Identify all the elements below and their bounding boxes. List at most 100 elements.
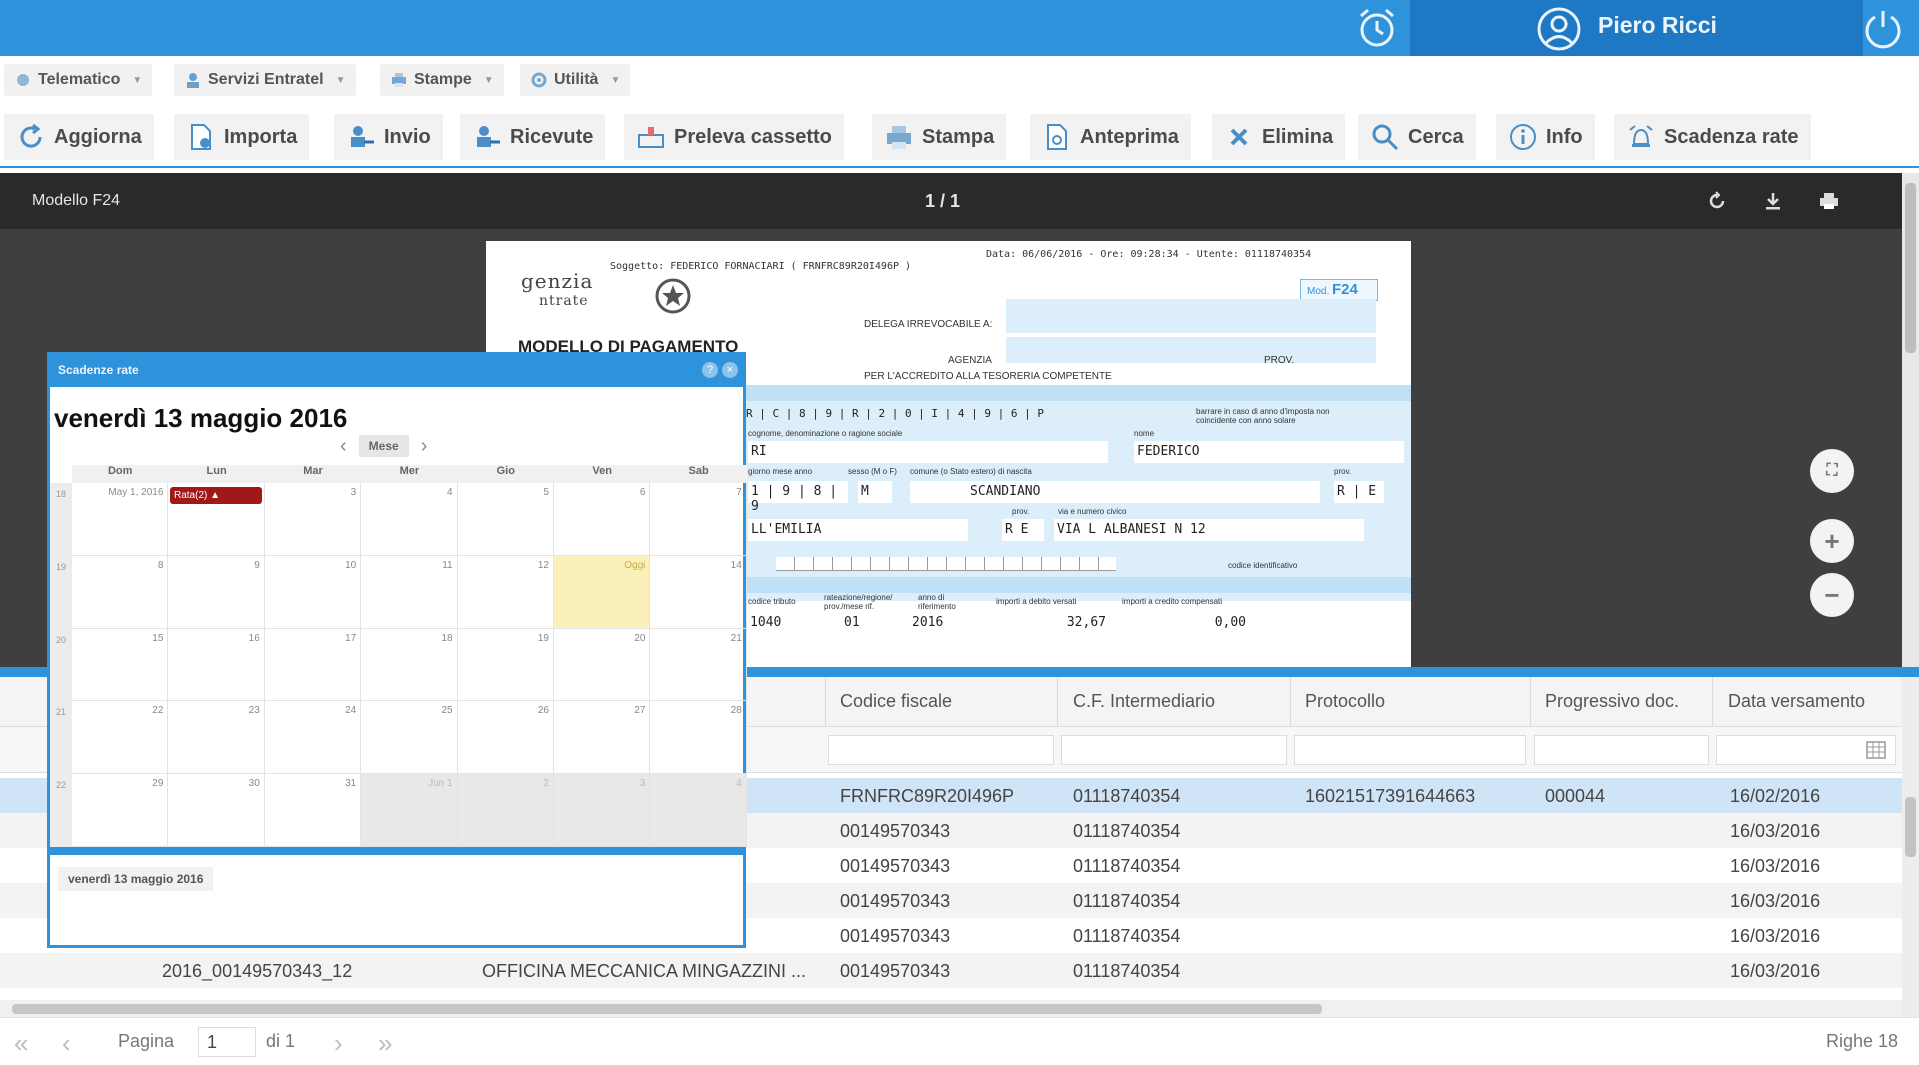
table-row[interactable]: 2016_00149570343_12 OFFICINA MECCANICA MI… [0, 953, 1902, 988]
zoom-out-button[interactable]: − [1810, 573, 1854, 617]
calendar-day-cell[interactable]: 18 [361, 628, 458, 702]
calendar-day-cell[interactable]: 15 [72, 628, 169, 702]
viewer-scroll-thumb[interactable] [1905, 183, 1916, 353]
grid-vertical-scrollbar[interactable] [1902, 677, 1919, 1017]
filter-protocollo[interactable] [1294, 735, 1526, 765]
calendar-day-cell[interactable]: 22 [72, 701, 169, 775]
day-number: 4 [736, 778, 742, 790]
menu-utilita[interactable]: Utilità ▼ [520, 64, 631, 96]
calendar-day-cell[interactable]: 30 [168, 774, 265, 847]
cerca-button[interactable]: Cerca [1358, 114, 1476, 160]
hscroll-thumb[interactable] [12, 1004, 1322, 1014]
calendar-day-cell[interactable]: 9 [168, 555, 265, 629]
calendar-day-cell[interactable]: Oggi [554, 555, 651, 629]
col-codice-fiscale[interactable]: Codice fiscale [840, 691, 952, 712]
day-number: 2 [543, 778, 549, 790]
prev-page-icon[interactable]: ‹ [62, 1028, 71, 1059]
col-protocollo[interactable]: Protocollo [1305, 691, 1385, 712]
close-icon[interactable]: × [722, 362, 738, 378]
viewer-scrollbar[interactable] [1902, 173, 1919, 667]
filter-codice-fiscale[interactable] [828, 735, 1054, 765]
calendar-day-cell[interactable]: 4 [361, 483, 458, 556]
plus-icon: + [1824, 525, 1840, 556]
calendar-grid-icon[interactable] [1866, 741, 1886, 759]
cell-cf: 00149570343 [840, 856, 951, 876]
calendar-day-cell[interactable]: 10 [264, 555, 362, 629]
calendar-separator [50, 847, 743, 855]
calendar-day-cell[interactable]: 24 [264, 701, 362, 775]
menu-servizi-entratel[interactable]: Servizi Entratel ▼ [174, 64, 356, 96]
scadenza-rate-button[interactable]: Scadenza rate [1614, 114, 1811, 160]
sesso-label: sesso (M o F) [848, 467, 897, 476]
caret-down-icon: ▼ [335, 74, 346, 86]
calendar-day-cell[interactable]: 25 [361, 701, 458, 775]
page-number-input[interactable]: 1 [198, 1027, 256, 1057]
calendar-day-cell[interactable]: 23 [168, 701, 265, 775]
day-number: 27 [634, 705, 646, 717]
first-page-icon[interactable]: « [14, 1028, 28, 1059]
calendar-day-cell[interactable]: 17 [264, 628, 362, 702]
info-button[interactable]: Info [1496, 114, 1595, 160]
last-page-icon[interactable]: » [378, 1028, 392, 1059]
col-data-versamento[interactable]: Data versamento [1728, 691, 1865, 712]
anteprima-button[interactable]: Anteprima [1030, 114, 1191, 160]
next-month-icon[interactable]: › [421, 435, 428, 458]
elimina-button[interactable]: Elimina [1212, 114, 1346, 160]
calendar-day-cell[interactable]: 12 [457, 555, 554, 629]
rata-event[interactable]: Rata(2) ▲ [170, 487, 262, 504]
aggiorna-button[interactable]: Aggiorna [4, 114, 154, 160]
invio-button[interactable]: Invio [334, 114, 443, 160]
calendar-day-cell[interactable]: 5 [457, 483, 554, 556]
ricevute-button[interactable]: Ricevute [460, 114, 606, 160]
view-mese-button[interactable]: Mese [358, 435, 409, 457]
calendar-titlebar[interactable]: Scadenze rate ? × [50, 355, 743, 387]
calendar-day-cell[interactable]: 31 [264, 774, 362, 847]
calendar-window-title: Scadenze rate [58, 363, 139, 377]
calendar-day-cell[interactable]: 4 [650, 774, 747, 847]
stampa-button[interactable]: Stampa [872, 114, 1007, 160]
week-number: 22 [50, 774, 72, 847]
calendar-day-cell[interactable]: 16 [168, 628, 265, 702]
download-icon[interactable] [1762, 190, 1784, 212]
col-cf-intermediario[interactable]: C.F. Intermediario [1073, 691, 1215, 712]
calendar-day-cell[interactable]: 8 [72, 555, 169, 629]
col-progressivo[interactable]: Progressivo doc. [1545, 691, 1679, 712]
grid-horizontal-scrollbar[interactable] [0, 1000, 1902, 1017]
calendar-day-cell[interactable]: 20 [554, 628, 651, 702]
filter-cf-intermediario[interactable] [1061, 735, 1287, 765]
calendar-day-cell[interactable]: 19 [457, 628, 554, 702]
power-icon[interactable] [1860, 5, 1906, 51]
calendar-day-cell[interactable]: 3 [264, 483, 362, 556]
preleva-cassetto-button[interactable]: Preleva cassetto [624, 114, 844, 160]
prev-month-icon[interactable]: ‹ [340, 435, 347, 458]
zoom-fit-button[interactable]: ⛶ [1810, 449, 1854, 493]
calendar-day-cell[interactable]: 14 [650, 555, 747, 629]
calendar-day-cell[interactable]: 27 [554, 701, 651, 775]
user-name[interactable]: Piero Ricci [1598, 12, 1717, 39]
zoom-in-button[interactable]: + [1810, 519, 1854, 563]
calendar-day-cell[interactable]: 26 [457, 701, 554, 775]
calendar-day-cell[interactable]: 21 [650, 628, 747, 702]
calendar-day-cell[interactable]: 7 [650, 483, 747, 556]
filter-progressivo[interactable] [1534, 735, 1709, 765]
day-number: 25 [441, 705, 453, 717]
logo-bottom: ntrate [539, 293, 589, 309]
help-icon[interactable]: ? [702, 362, 718, 378]
importa-button[interactable]: Importa [174, 114, 310, 160]
alarm-clock-icon[interactable] [1353, 4, 1401, 52]
calendar-day-cell[interactable]: 28 [650, 701, 747, 775]
grid-vscroll-thumb[interactable] [1905, 797, 1916, 857]
calendar-day-cell[interactable]: May 1, 2016 [72, 483, 169, 556]
menu-stampe[interactable]: Stampe ▼ [380, 64, 504, 96]
menu-telematico[interactable]: Telematico ▼ [4, 64, 153, 96]
print-icon[interactable] [1818, 190, 1840, 212]
calendar-day-cell[interactable]: 2 [457, 774, 554, 847]
next-page-icon[interactable]: › [334, 1028, 343, 1059]
calendar-day-cell[interactable]: 11 [361, 555, 458, 629]
calendar-day-cell[interactable]: 3 [554, 774, 651, 847]
calendar-day-cell[interactable]: Jun 1 [361, 774, 458, 847]
rotate-icon[interactable] [1706, 190, 1728, 212]
user-avatar-icon[interactable] [1536, 6, 1582, 52]
calendar-day-cell[interactable]: 6 [554, 483, 651, 556]
calendar-day-cell[interactable]: 29 [72, 774, 169, 847]
